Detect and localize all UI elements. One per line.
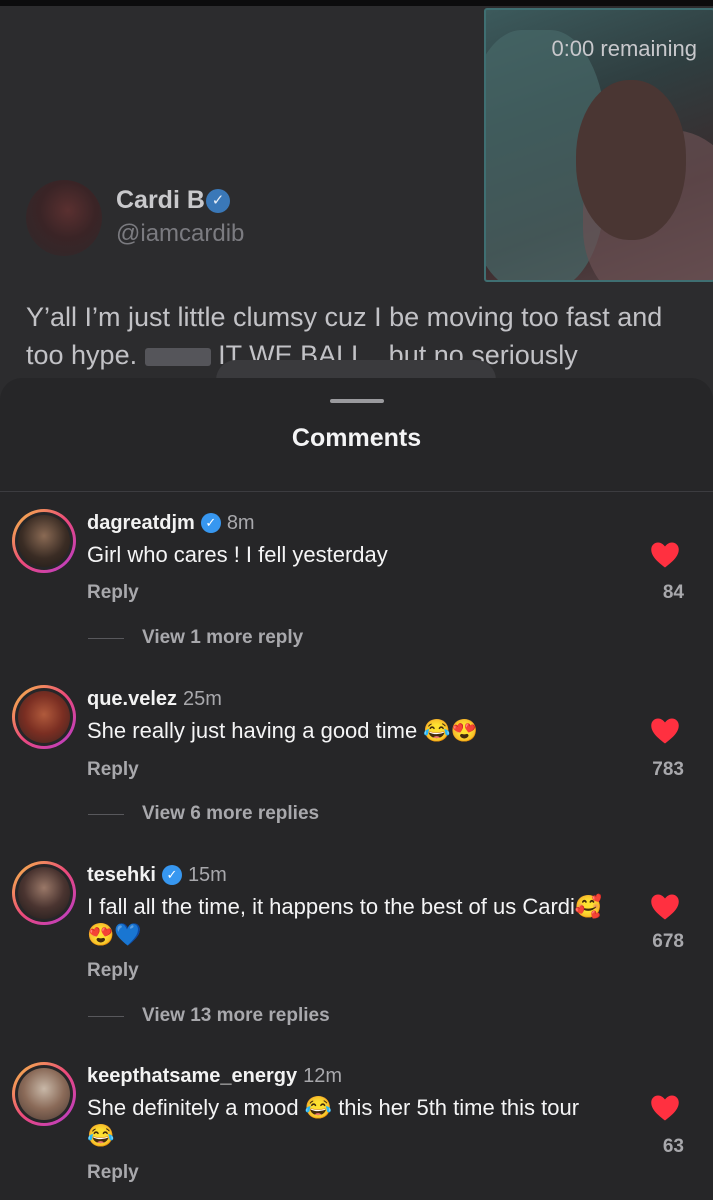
like-count: 678 xyxy=(652,931,684,952)
comment-meta: dagreatdjm ✓ 8m xyxy=(87,509,255,537)
avatar[interactable] xyxy=(12,1062,76,1126)
comment-username[interactable]: que.velez xyxy=(87,688,177,711)
reply-button[interactable]: Reply xyxy=(87,1162,139,1184)
tweet-avatar xyxy=(26,180,102,256)
avatar[interactable] xyxy=(12,861,76,925)
view-more-replies[interactable]: View 13 more replies xyxy=(88,1004,330,1028)
sheet-title: Comments xyxy=(291,424,422,452)
heart-icon[interactable] xyxy=(650,893,680,921)
comment-username[interactable]: dagreatdjm xyxy=(87,512,195,535)
comment-username[interactable]: tesehki xyxy=(87,864,156,887)
verified-icon: ✓ xyxy=(161,865,182,885)
thread-line xyxy=(88,1015,124,1017)
thread-line xyxy=(88,637,124,639)
view-more-replies-label: View 13 more replies xyxy=(142,1005,330,1026)
comment-meta: keepthatsame_energy 12m xyxy=(87,1062,342,1090)
comments-sheet: Comments dagreatdjm ✓ 8m Girl who cares … xyxy=(0,378,713,1200)
video-remaining-time: 0:00 remaining xyxy=(551,36,697,61)
verified-icon: ✓ xyxy=(206,189,230,213)
comment-text: I fall all the time, it happens to the b… xyxy=(87,894,603,947)
verified-icon: ✓ xyxy=(200,513,221,533)
comment-text: She really just having a good time 😂😍 xyxy=(87,718,479,743)
sheet-grabber[interactable] xyxy=(330,399,384,403)
sheet-divider xyxy=(0,491,713,492)
reply-button[interactable]: Reply xyxy=(87,960,139,982)
reply-button[interactable]: Reply xyxy=(87,759,139,781)
comment-time: 25m xyxy=(183,687,222,710)
avatar[interactable] xyxy=(12,685,76,749)
tweet-handle: @iamcardib xyxy=(116,220,245,247)
comment-time: 12m xyxy=(303,1064,343,1087)
avatar[interactable] xyxy=(12,509,76,573)
censor-bar xyxy=(144,347,211,366)
comment-text: Girl who cares ! I fell yesterday xyxy=(87,542,388,567)
heart-icon[interactable] xyxy=(650,541,680,569)
video-frame-shape xyxy=(576,80,686,240)
view-more-replies[interactable]: View 1 more reply xyxy=(88,626,303,650)
comment-username[interactable]: keepthatsame_energy xyxy=(87,1065,297,1088)
comment-time: 8m xyxy=(226,511,255,534)
reply-button[interactable]: Reply xyxy=(87,582,139,604)
heart-icon[interactable] xyxy=(650,1094,680,1122)
comment-time: 15m xyxy=(187,863,227,886)
like-count: 84 xyxy=(662,582,684,603)
comment-meta: que.velez 25m xyxy=(87,685,222,713)
view-more-replies-label: View 6 more replies xyxy=(142,803,320,824)
view-more-replies-label: View 1 more reply xyxy=(142,627,304,648)
thread-line xyxy=(88,813,124,815)
heart-icon[interactable] xyxy=(650,717,680,745)
view-more-replies[interactable]: View 6 more replies xyxy=(88,802,319,826)
tweet-author-name: Cardi B xyxy=(116,186,205,214)
comment-meta: tesehki ✓ 15m xyxy=(87,861,227,889)
like-count: 63 xyxy=(662,1136,684,1157)
comment-text: She definitely a mood 😂 this her 5th tim… xyxy=(87,1095,580,1148)
video-pip[interactable]: 0:00 remaining xyxy=(484,8,713,282)
like-count: 783 xyxy=(652,759,684,780)
